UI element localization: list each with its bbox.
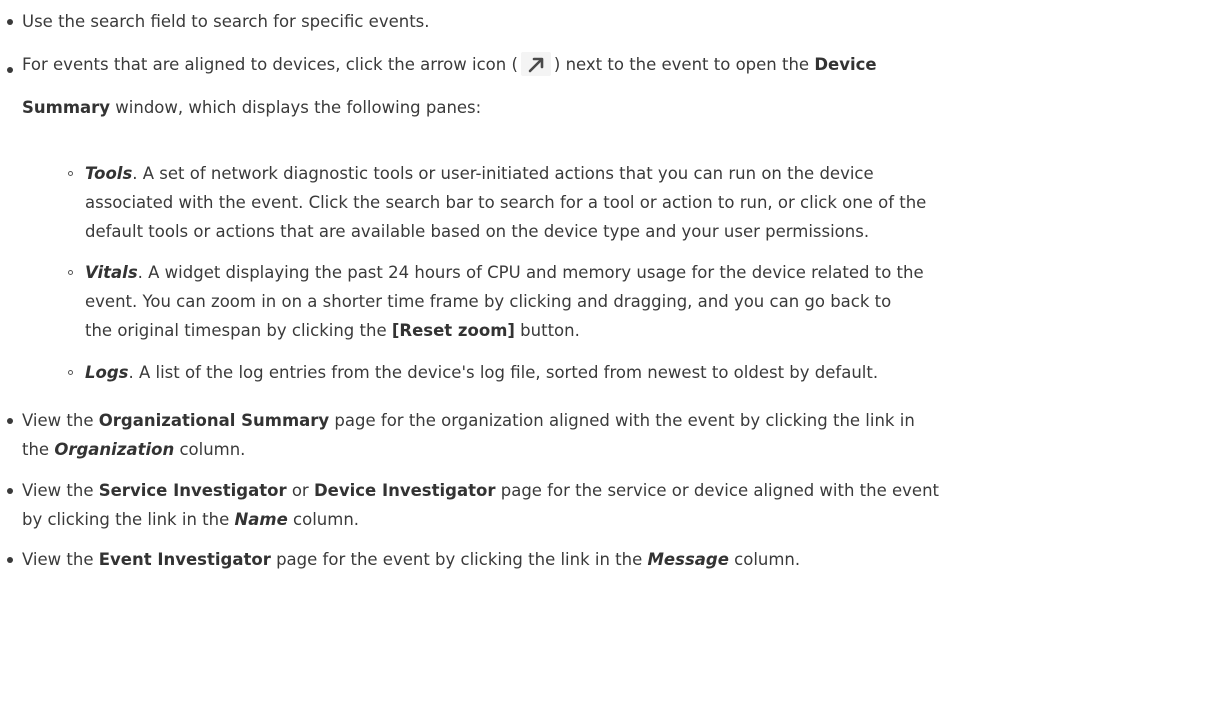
vitals-pane-line1: Vitals. A widget displaying the past 24 …: [85, 263, 924, 282]
arrow-up-right-icon: [520, 51, 551, 76]
service-bullet-line2: by clicking the link in the Name column.: [22, 510, 360, 529]
sub-bullet-circle: [68, 370, 73, 375]
search-bullet-text: Use the search field to search for speci…: [22, 12, 430, 31]
service-bullet-line1: View the Service Investigator or Device …: [22, 481, 940, 500]
org-bullet-line1: View the Organizational Summary page for…: [22, 411, 915, 430]
logs-pane-line1: Logs. A list of the log entries from the…: [85, 363, 879, 382]
bullet-dot: [7, 418, 13, 424]
document: Use the search field to search for speci…: [0, 0, 1217, 704]
bullet-dot: [7, 557, 13, 563]
org-bullet-line2: the Organization column.: [22, 440, 246, 459]
vitals-pane-line3: the original timespan by clicking the [R…: [85, 321, 580, 340]
event-bullet-line1: View the Event Investigator page for the…: [22, 550, 801, 569]
tools-pane-line1: Tools. A set of network diagnostic tools…: [85, 164, 874, 183]
arrow-bullet-line2: Summary window, which displays the follo…: [22, 98, 482, 117]
tools-pane-line2: associated with the event. Click the sea…: [85, 193, 927, 212]
vitals-pane-line2: event. You can zoom in on a shorter time…: [85, 292, 892, 311]
bullet-dot: [7, 67, 13, 73]
bullet-dot: [7, 488, 13, 494]
sub-bullet-circle: [68, 171, 73, 176]
arrow-bullet-line1: For events that are aligned to devices, …: [22, 51, 877, 76]
sub-bullet-circle: [68, 270, 73, 275]
bullet-dot: [7, 19, 13, 25]
tools-pane-line3: default tools or actions that are availa…: [85, 222, 870, 241]
